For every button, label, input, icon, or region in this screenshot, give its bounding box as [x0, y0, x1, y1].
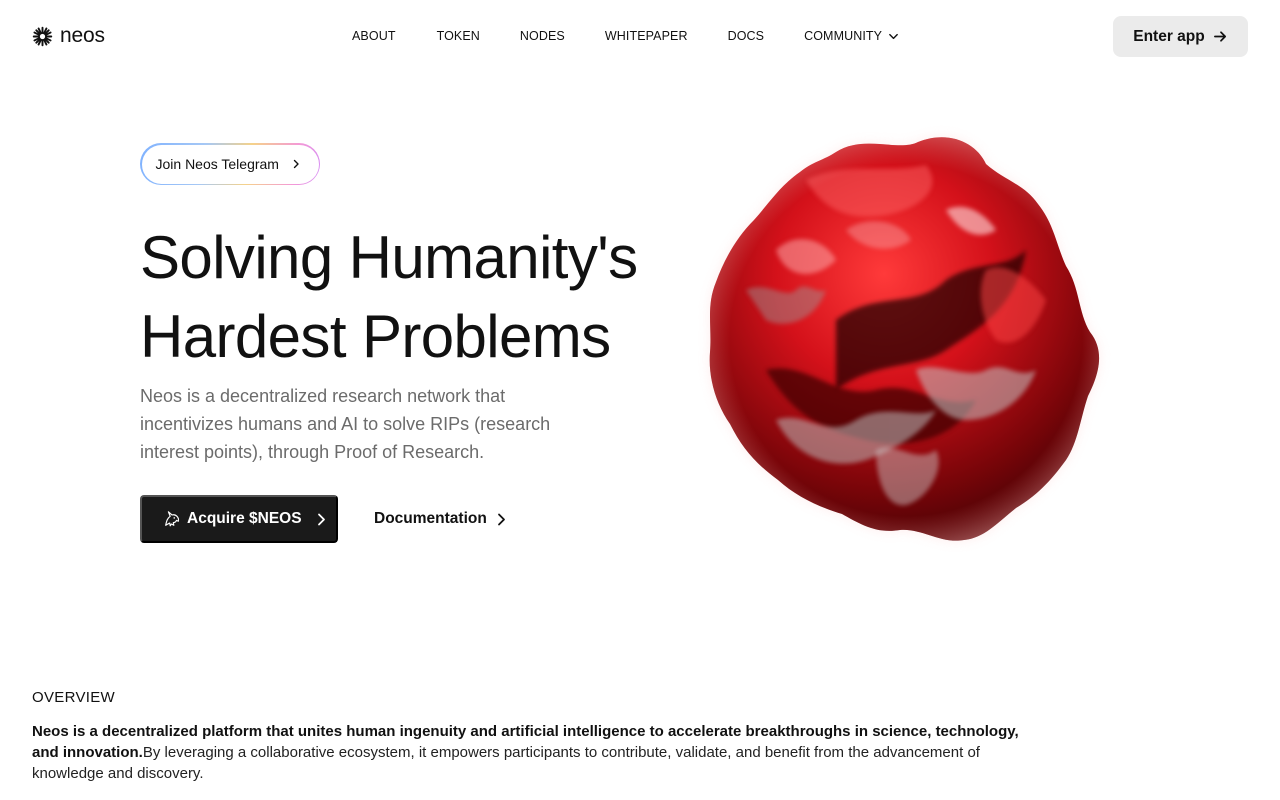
hero-title-line-1: Solving Humanity's — [140, 224, 638, 291]
neos-asterisk-icon — [32, 26, 53, 46]
acquire-neos-label: Acquire $NEOS — [187, 510, 302, 527]
neos-logo[interactable]: neos — [32, 24, 105, 48]
chevron-down-icon — [889, 33, 898, 39]
overview-paragraph: Neos is a decentralized platform that un… — [32, 721, 1022, 784]
nav-item-nodes[interactable]: NODES — [520, 28, 565, 44]
documentation-link[interactable]: Documentation — [374, 507, 507, 531]
nav-item-token[interactable]: TOKEN — [437, 28, 480, 44]
enter-app-label: Enter app — [1133, 27, 1205, 45]
hero-blob-image — [686, 120, 1126, 560]
main-nav: ABOUT TOKEN NODES WHITEPAPER DOCS COMMUN… — [352, 28, 899, 44]
brand-name: neos — [60, 24, 105, 47]
acquire-neos-button[interactable]: Acquire $NEOS — [140, 495, 338, 543]
documentation-label: Documentation — [374, 510, 487, 527]
chevron-right-icon — [497, 513, 505, 525]
nav-item-community[interactable]: COMMUNITY — [804, 28, 899, 44]
join-telegram-label: Join Neos Telegram — [155, 156, 279, 172]
hero-title: Solving Humanity's Hardest Problems — [140, 218, 700, 376]
enter-app-button[interactable]: Enter app — [1113, 16, 1248, 57]
landing-page: neos ABOUT TOKEN NODES WHITEPAPER DOCS C… — [0, 0, 1280, 800]
nav-item-whitepaper[interactable]: WHITEPAPER — [605, 28, 688, 44]
chevron-right-icon — [293, 159, 299, 169]
join-telegram-button[interactable]: Join Neos Telegram — [140, 143, 320, 185]
join-telegram-inner: Join Neos Telegram — [141, 144, 319, 184]
nav-item-about[interactable]: ABOUT — [352, 28, 396, 44]
nav-item-docs[interactable]: DOCS — [728, 28, 765, 44]
nav-item-community-label: COMMUNITY — [804, 29, 883, 43]
overview-heading: OVERVIEW — [32, 689, 115, 706]
hero-description: Neos is a decentralized research network… — [140, 386, 551, 462]
chevron-right-icon — [317, 513, 325, 525]
red-blob-illustration — [709, 137, 1100, 541]
arrow-right-icon — [1213, 31, 1226, 42]
overview-body: By leveraging a collaborative ecosystem,… — [32, 744, 980, 782]
unicorn-icon — [165, 511, 180, 527]
hero-title-line-2: Hardest Problems — [140, 303, 611, 370]
